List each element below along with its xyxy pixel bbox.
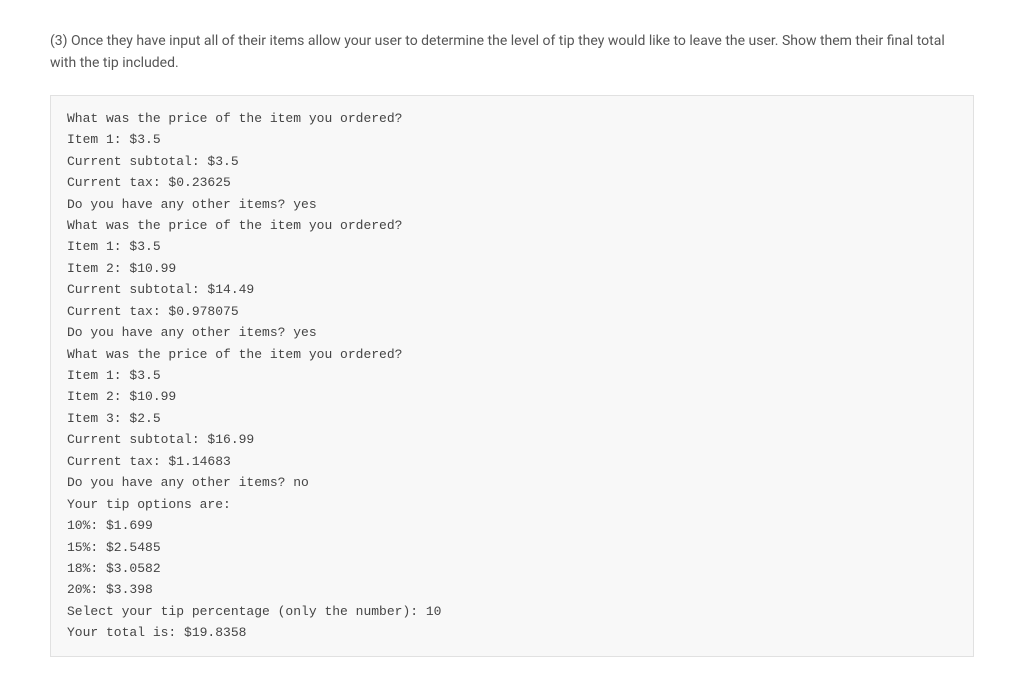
- instruction-text: (3) Once they have input all of their it…: [50, 30, 974, 75]
- code-output-block: What was the price of the item you order…: [50, 95, 974, 657]
